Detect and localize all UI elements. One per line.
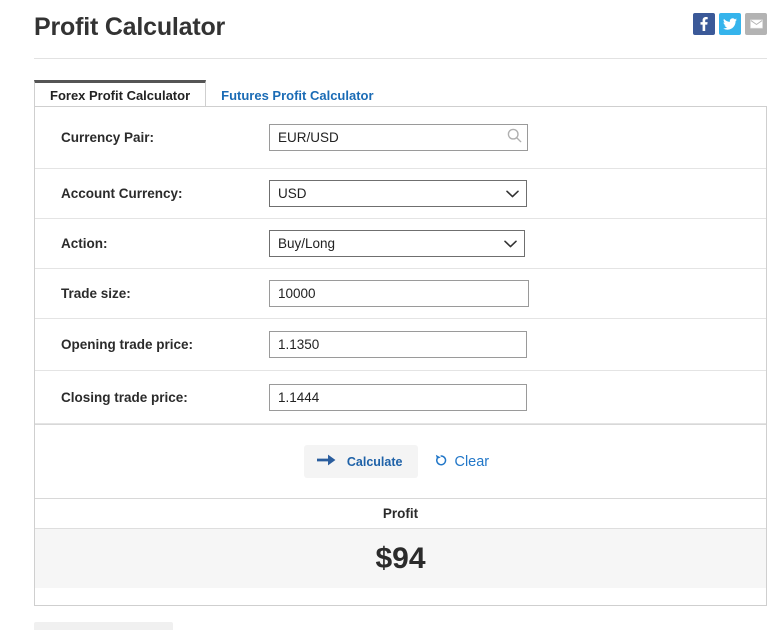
row-closing-trade-price: Closing trade price: [35, 371, 766, 424]
currency-pair-input[interactable] [269, 124, 528, 151]
profit-value: $94 [35, 529, 766, 588]
reset-arrow-icon [434, 453, 448, 470]
currency-pair-label: Currency Pair: [61, 130, 155, 145]
row-account-currency: Account Currency: USD [35, 169, 766, 219]
action-label: Action: [61, 236, 108, 251]
profit-calculator-page: Profit Calculator Forex Profit Calculato… [0, 0, 773, 630]
tab-futures-profit-calculator[interactable]: Futures Profit Calculator [206, 80, 388, 106]
trade-size-field-wrap [269, 280, 529, 307]
currency-pair-field-wrap [269, 124, 528, 151]
calculator-card: Currency Pair: Account Currency: USD [34, 106, 767, 606]
arrow-right-icon [316, 452, 336, 471]
action-select-wrap: Buy/Long [269, 230, 525, 257]
title-divider [34, 58, 767, 59]
tab-label: Forex Profit Calculator [50, 88, 191, 103]
calculator-tabs: Forex Profit Calculator Futures Profit C… [34, 80, 767, 106]
account-currency-select-wrap: USD [269, 180, 527, 207]
calculate-button-label: Calculate [346, 454, 403, 469]
action-select[interactable]: Buy/Long [269, 230, 525, 257]
opening-trade-price-input[interactable] [269, 331, 527, 358]
calculate-button[interactable]: Calculate [303, 445, 419, 478]
profit-header: Profit [35, 499, 766, 529]
clear-button[interactable]: Clear [426, 447, 497, 476]
account-currency-value: USD [278, 186, 307, 201]
row-trade-size: Trade size: [35, 269, 766, 319]
row-currency-pair: Currency Pair: [35, 107, 766, 169]
social-share-group [693, 13, 767, 35]
page-header: Profit Calculator [0, 0, 773, 59]
closing-trade-price-input[interactable] [269, 383, 527, 411]
row-opening-trade-price: Opening trade price: [35, 319, 766, 371]
trade-size-input[interactable] [269, 280, 529, 307]
account-currency-select[interactable]: USD [269, 180, 527, 207]
opening-trade-price-label: Opening trade price: [61, 337, 194, 352]
row-action: Action: Buy/Long [35, 219, 766, 269]
account-currency-label: Account Currency: [61, 186, 183, 201]
email-share-button[interactable] [745, 13, 767, 35]
clear-button-label: Clear [454, 453, 490, 470]
page-title: Profit Calculator [34, 13, 226, 41]
tab-label: Futures Profit Calculator [221, 88, 374, 103]
trade-size-label: Trade size: [61, 286, 131, 301]
twitter-share-button[interactable] [719, 13, 741, 35]
action-value: Buy/Long [278, 236, 336, 251]
tab-forex-profit-calculator[interactable]: Forex Profit Calculator [34, 80, 207, 106]
closing-trade-price-label: Closing trade price: [61, 389, 188, 405]
opening-trade-price-field-wrap [269, 331, 527, 358]
facebook-share-button[interactable] [693, 13, 715, 35]
action-bar: Calculate Clear [35, 424, 766, 499]
page-footer-placeholder [34, 622, 173, 630]
closing-trade-price-field-wrap [269, 383, 527, 411]
